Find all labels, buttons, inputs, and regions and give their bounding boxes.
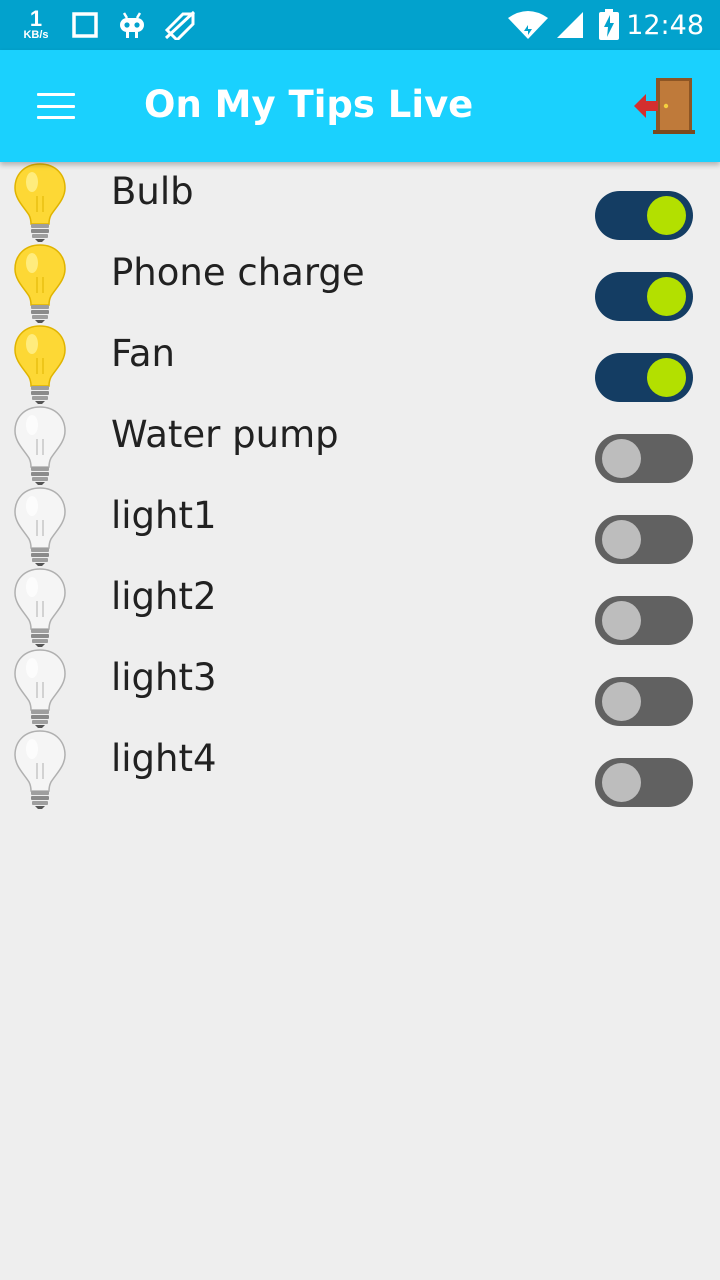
device-row: light4 [0,729,720,810]
app-bar: On My Tips Live [0,50,720,162]
toggle-thumb [602,601,641,640]
toggle-thumb [602,439,641,478]
device-label: Fan [111,332,176,375]
bulb-off-icon [12,648,68,729]
device-row: Fan [0,324,720,405]
device-toggle[interactable] [595,272,693,321]
toggle-thumb [602,682,641,721]
toggle-thumb [647,277,686,316]
device-row: light1 [0,486,720,567]
device-list: Bulb Phone charge Fan Water pump light1 light… [0,162,720,810]
no-location-icon [162,0,198,50]
network-speed-unit: KB/s [23,29,49,41]
toggle-thumb [602,520,641,559]
bulb-on-icon [12,324,68,405]
bulb-off-icon [12,567,68,648]
toggle-thumb [602,763,641,802]
device-label: Bulb [111,170,194,213]
device-label: Phone charge [111,251,365,294]
device-label: light4 [111,737,217,780]
square-icon [70,0,100,50]
signal-icon [554,0,586,50]
exit-door-icon[interactable] [630,72,698,140]
device-label: Water pump [111,413,339,456]
bulb-off-icon [12,486,68,567]
wifi-icon [506,0,550,50]
network-speed: 1 KB/s [14,0,58,50]
device-label: light2 [111,575,217,618]
device-row: light2 [0,567,720,648]
device-toggle[interactable] [595,515,693,564]
device-toggle[interactable] [595,677,693,726]
network-speed-value: 1 [29,6,43,31]
device-row: Water pump [0,405,720,486]
status-bar: 1 KB/s 12:48 [0,0,720,50]
toggle-thumb [647,196,686,235]
device-toggle[interactable] [595,758,693,807]
bulb-off-icon [12,729,68,810]
battery-charging-icon [596,0,622,50]
bulb-on-icon [12,243,68,324]
toggle-thumb [647,358,686,397]
device-label: light3 [111,656,217,699]
device-row: Phone charge [0,243,720,324]
bulb-off-icon [12,405,68,486]
device-toggle[interactable] [595,353,693,402]
device-label: light1 [111,494,217,537]
bulb-on-icon [12,162,68,243]
app-title: On My Tips Live [144,83,474,126]
hamburger-menu-icon[interactable] [28,86,84,126]
device-toggle[interactable] [595,434,693,483]
device-row: light3 [0,648,720,729]
device-row: Bulb [0,162,720,243]
clock: 12:48 [626,9,704,41]
device-toggle[interactable] [595,191,693,240]
android-icon [116,0,148,50]
device-toggle[interactable] [595,596,693,645]
